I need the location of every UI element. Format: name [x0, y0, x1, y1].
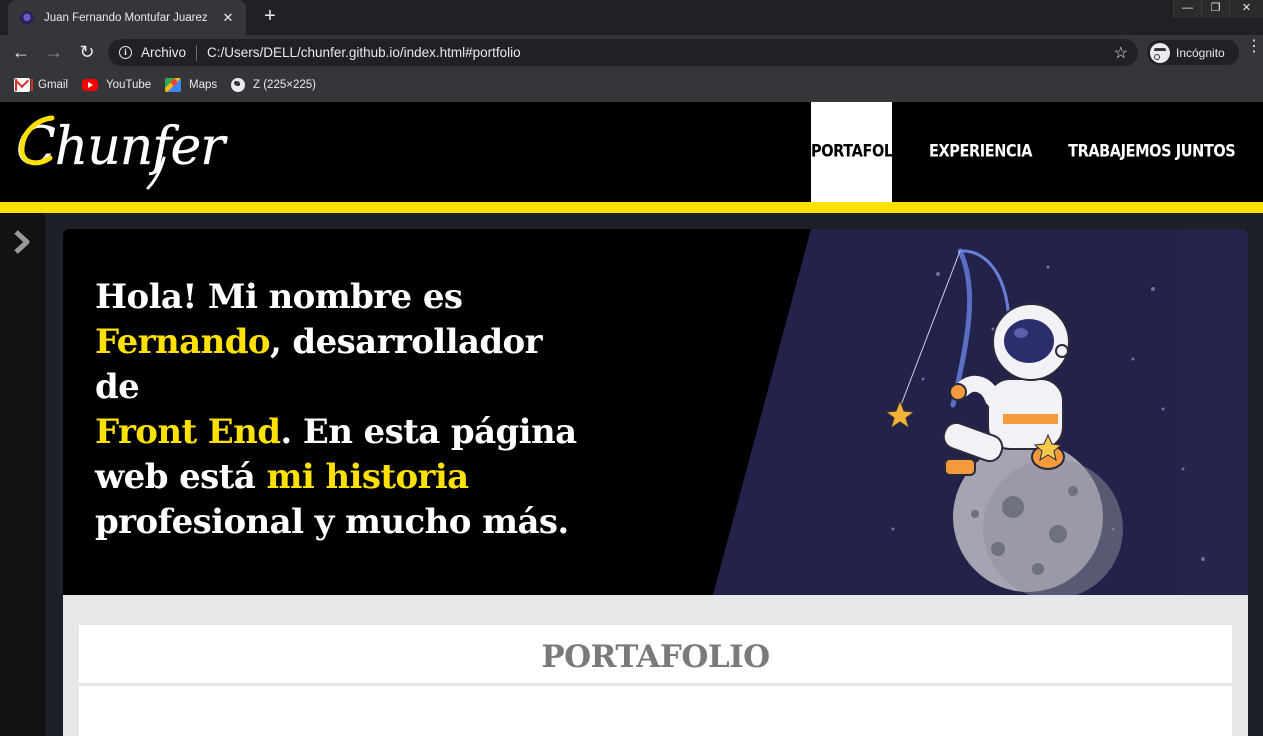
hero-line-3-text: . En esta página — [280, 412, 577, 452]
youtube-icon — [82, 79, 98, 91]
tab-title: Juan Fernando Montufar Juarez — [44, 11, 208, 24]
bookmark-maps[interactable]: Maps — [165, 76, 217, 94]
chevron-right-icon[interactable] — [10, 229, 34, 255]
globe-icon — [231, 78, 245, 92]
nav-experiencia[interactable]: EXPERIENCIA — [929, 102, 1032, 210]
origin-label: Archivo — [141, 45, 187, 60]
hero-line-3: Front End. En esta página — [95, 410, 595, 455]
browser-tab[interactable]: Juan Fernando Montufar Juarez ✕ — [8, 0, 246, 35]
bookmark-label: Z (225×225) — [253, 79, 316, 91]
header-accent-bar — [0, 202, 1263, 213]
hero-line-2: Fernando, desarrollador de — [95, 320, 595, 410]
hero-highlight-role: Front End — [95, 412, 281, 452]
portfolio-section: PORTAFOLIO — [63, 595, 1248, 736]
site-logo[interactable]: Chunfer — [14, 106, 244, 198]
bookmark-label: Maps — [189, 79, 218, 91]
gmail-icon — [14, 78, 33, 92]
window-close-button[interactable]: ✕ — [1229, 0, 1263, 18]
nav-trabajemos-juntos[interactable]: TRABAJEMOS JUNTOS — [1068, 102, 1236, 210]
new-tab-button[interactable]: + — [258, 5, 282, 29]
back-button[interactable]: ← — [9, 40, 33, 64]
bookmark-star-icon[interactable]: ☆ — [1114, 43, 1128, 63]
maps-icon — [165, 78, 181, 92]
forward-button[interactable]: → — [42, 40, 66, 64]
section-title: PORTAFOLIO — [541, 639, 770, 675]
bookmark-gmail[interactable]: Gmail — [14, 76, 68, 94]
hero-line-5: profesional y mucho más. — [95, 502, 569, 542]
reload-button[interactable]: ↻ — [75, 40, 99, 64]
hero-highlight-name: Fernando — [95, 322, 271, 362]
bookmarks-bar: Gmail YouTube Maps Z (225×225) — [0, 69, 1263, 102]
bookmark-youtube[interactable]: YouTube — [82, 76, 151, 94]
site-nav: PORTAFOLIO EXPERIENCIA TRABAJEMOS JUNTOS — [811, 102, 1236, 210]
nav-portafolio[interactable]: PORTAFOLIO — [811, 102, 910, 210]
bookmark-label: YouTube — [106, 79, 152, 91]
portfolio-card: PORTAFOLIO — [79, 625, 1232, 736]
url-text[interactable]: C:/Users/DELL/chunfer.github.io/index.ht… — [207, 45, 1114, 60]
site-header: Chunfer PORTAFOLIO EXPERIENCIA TRABAJEMO… — [0, 102, 1263, 210]
window-controls: — ❐ ✕ — [1173, 0, 1263, 18]
hero-line-4-text: web está — [95, 457, 267, 497]
incognito-profile-button[interactable]: Incógnito — [1147, 40, 1239, 65]
tab-favicon-icon — [20, 10, 34, 25]
tab-close-icon[interactable]: ✕ — [220, 10, 236, 26]
bookmark-z[interactable]: Z (225×225) — [231, 76, 316, 94]
browser-toolbar: ← → ↻ i Archivo C:/Users/DELL/chunfer.gi… — [0, 35, 1263, 69]
browser-menu-icon[interactable]: ⋮ — [1246, 39, 1262, 55]
restore-button[interactable]: ❐ — [1201, 0, 1229, 18]
logo-text: Chunfer — [16, 117, 228, 177]
web-page: Chunfer PORTAFOLIO EXPERIENCIA TRABAJEMO… — [0, 102, 1263, 736]
bookmark-label: Gmail — [38, 79, 69, 91]
hero-heading: Hola! Mi nombre es Fernando, desarrollad… — [95, 275, 595, 545]
profile-label: Incógnito — [1176, 45, 1225, 60]
side-panel — [0, 213, 45, 736]
hero-banner: Hola! Mi nombre es Fernando, desarrollad… — [63, 229, 1248, 595]
omnibox-divider — [196, 44, 198, 61]
browser-tabstrip: Juan Fernando Montufar Juarez ✕ + — ❐ ✕ — [0, 0, 1263, 35]
hero-line-4: web está mi historia — [95, 455, 595, 500]
section-divider — [79, 683, 1232, 686]
site-info-icon[interactable]: i — [119, 46, 132, 59]
hero-line-1: Hola! Mi nombre es — [95, 277, 463, 317]
hero-highlight-story: mi historia — [266, 457, 469, 497]
address-bar[interactable]: i Archivo C:/Users/DELL/chunfer.github.i… — [108, 39, 1138, 66]
minimize-button[interactable]: — — [1173, 0, 1201, 18]
incognito-icon — [1150, 42, 1170, 63]
